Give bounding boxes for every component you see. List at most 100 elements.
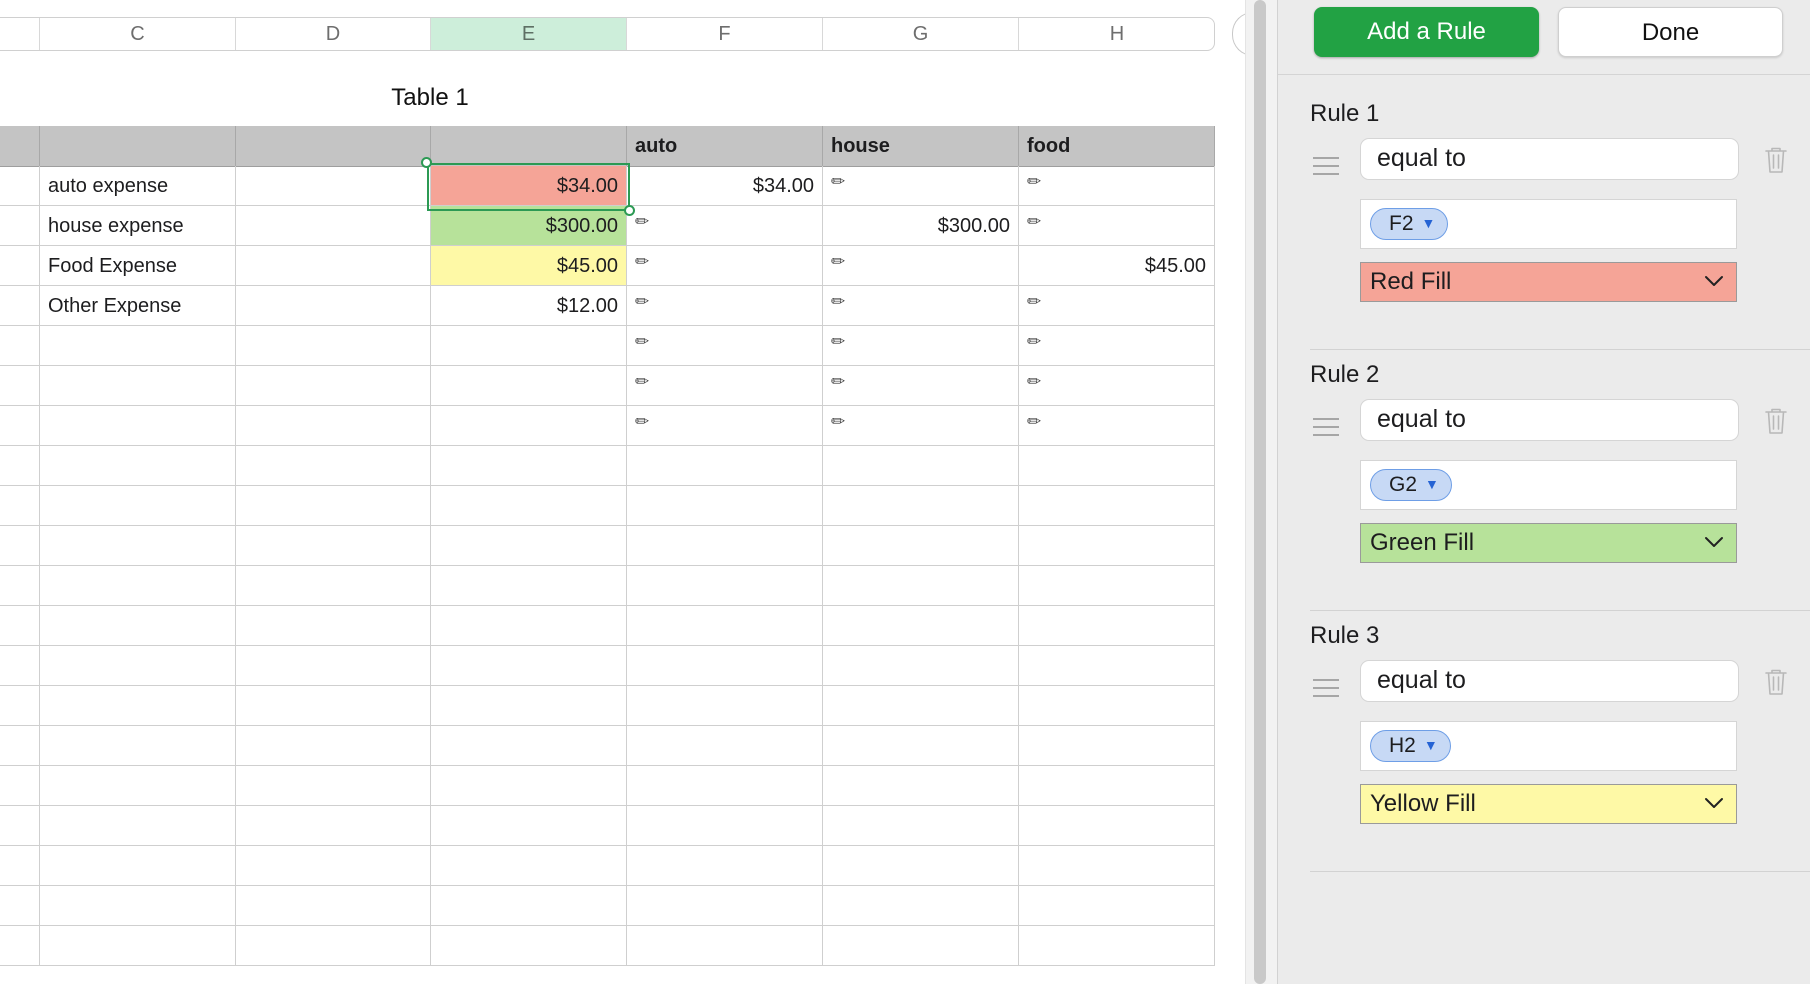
cell-f4[interactable]: ✏ bbox=[627, 246, 823, 285]
cell-c10[interactable] bbox=[40, 486, 236, 525]
cell-d16[interactable] bbox=[236, 726, 431, 765]
cell-d3[interactable] bbox=[236, 206, 431, 245]
cell-c21[interactable] bbox=[40, 926, 236, 965]
cell-b15[interactable] bbox=[0, 686, 40, 725]
cell-g17[interactable] bbox=[823, 766, 1019, 805]
cell-f8[interactable]: ✏ bbox=[627, 406, 823, 445]
column-header-f[interactable]: F bbox=[627, 18, 823, 50]
cell-f5[interactable]: ✏ bbox=[627, 286, 823, 325]
reference-field[interactable]: G2 ▼ bbox=[1360, 460, 1737, 510]
cell-e1[interactable] bbox=[431, 126, 627, 166]
drag-handle-icon[interactable] bbox=[1313, 679, 1339, 703]
style-select[interactable]: Green Fill bbox=[1360, 523, 1737, 563]
cell-b9[interactable] bbox=[0, 446, 40, 485]
cell-f9[interactable] bbox=[627, 446, 823, 485]
trash-icon[interactable] bbox=[1764, 146, 1788, 174]
cell-h11[interactable] bbox=[1019, 526, 1215, 565]
cell-g13[interactable] bbox=[823, 606, 1019, 645]
cell-e18[interactable] bbox=[431, 806, 627, 845]
cell-b20[interactable] bbox=[0, 886, 40, 925]
cell-c4[interactable]: Food Expense bbox=[40, 246, 236, 285]
cell-h4[interactable]: $45.00 bbox=[1019, 246, 1215, 285]
cell-c3[interactable]: house expense bbox=[40, 206, 236, 245]
cell-e2[interactable]: $34.00 bbox=[431, 166, 627, 205]
cell-h3[interactable]: ✏ bbox=[1019, 206, 1215, 245]
cell-d4[interactable] bbox=[236, 246, 431, 285]
cell-h12[interactable] bbox=[1019, 566, 1215, 605]
cell-g7[interactable]: ✏ bbox=[823, 366, 1019, 405]
cell-b4[interactable] bbox=[0, 246, 40, 285]
cell-b14[interactable] bbox=[0, 646, 40, 685]
cell-f19[interactable] bbox=[627, 846, 823, 885]
cell-h20[interactable] bbox=[1019, 886, 1215, 925]
cell-e15[interactable] bbox=[431, 686, 627, 725]
cell-h7[interactable]: ✏ bbox=[1019, 366, 1215, 405]
cell-c18[interactable] bbox=[40, 806, 236, 845]
cell-g4[interactable]: ✏ bbox=[823, 246, 1019, 285]
cell-e13[interactable] bbox=[431, 606, 627, 645]
cell-g14[interactable] bbox=[823, 646, 1019, 685]
cell-b3[interactable] bbox=[0, 206, 40, 245]
cell-f14[interactable] bbox=[627, 646, 823, 685]
done-button[interactable]: Done bbox=[1558, 7, 1783, 57]
cell-e8[interactable] bbox=[431, 406, 627, 445]
cell-b12[interactable] bbox=[0, 566, 40, 605]
trash-icon[interactable] bbox=[1764, 668, 1788, 696]
cell-c5[interactable]: Other Expense bbox=[40, 286, 236, 325]
cell-d20[interactable] bbox=[236, 886, 431, 925]
cell-h19[interactable] bbox=[1019, 846, 1215, 885]
cell-e16[interactable] bbox=[431, 726, 627, 765]
cell-g18[interactable] bbox=[823, 806, 1019, 845]
cell-h21[interactable] bbox=[1019, 926, 1215, 965]
cell-f20[interactable] bbox=[627, 886, 823, 925]
drag-handle-icon[interactable] bbox=[1313, 418, 1339, 442]
cell-c6[interactable] bbox=[40, 326, 236, 365]
cell-h1[interactable]: food bbox=[1019, 126, 1215, 166]
cell-f10[interactable] bbox=[627, 486, 823, 525]
cell-reference-token[interactable]: H2 ▼ bbox=[1370, 730, 1451, 762]
cell-b1[interactable] bbox=[0, 126, 40, 166]
reference-field[interactable]: F2 ▼ bbox=[1360, 199, 1737, 249]
cell-h15[interactable] bbox=[1019, 686, 1215, 725]
cell-c11[interactable] bbox=[40, 526, 236, 565]
table-title[interactable]: Table 1 bbox=[300, 84, 560, 112]
cell-e6[interactable] bbox=[431, 326, 627, 365]
cell-e20[interactable] bbox=[431, 886, 627, 925]
cell-d5[interactable] bbox=[236, 286, 431, 325]
cell-e14[interactable] bbox=[431, 646, 627, 685]
cell-h9[interactable] bbox=[1019, 446, 1215, 485]
cell-c14[interactable] bbox=[40, 646, 236, 685]
selection-handle-bottom[interactable] bbox=[624, 205, 635, 216]
cell-f11[interactable] bbox=[627, 526, 823, 565]
cell-e9[interactable] bbox=[431, 446, 627, 485]
cell-d19[interactable] bbox=[236, 846, 431, 885]
cell-g1[interactable]: house bbox=[823, 126, 1019, 166]
cell-d7[interactable] bbox=[236, 366, 431, 405]
cell-g6[interactable]: ✏ bbox=[823, 326, 1019, 365]
column-header-c[interactable]: C bbox=[40, 18, 236, 50]
cell-f18[interactable] bbox=[627, 806, 823, 845]
cell-g9[interactable] bbox=[823, 446, 1019, 485]
cell-g15[interactable] bbox=[823, 686, 1019, 725]
cell-d17[interactable] bbox=[236, 766, 431, 805]
cell-e12[interactable] bbox=[431, 566, 627, 605]
cell-e11[interactable] bbox=[431, 526, 627, 565]
cell-e5[interactable]: $12.00 bbox=[431, 286, 627, 325]
cell-g8[interactable]: ✏ bbox=[823, 406, 1019, 445]
cell-e3[interactable]: $300.00 bbox=[431, 206, 627, 245]
cell-c2[interactable]: auto expense bbox=[40, 166, 236, 205]
cell-d9[interactable] bbox=[236, 446, 431, 485]
cell-d1[interactable] bbox=[236, 126, 431, 166]
cell-h8[interactable]: ✏ bbox=[1019, 406, 1215, 445]
spreadsheet-canvas[interactable]: C D E F G H Table 1 auto house food auto ex… bbox=[0, 0, 1245, 984]
cell-c17[interactable] bbox=[40, 766, 236, 805]
cell-b2[interactable] bbox=[0, 166, 40, 205]
cell-c20[interactable] bbox=[40, 886, 236, 925]
cell-h13[interactable] bbox=[1019, 606, 1215, 645]
cell-g2[interactable]: ✏ bbox=[823, 166, 1019, 205]
cell-e21[interactable] bbox=[431, 926, 627, 965]
cell-c13[interactable] bbox=[40, 606, 236, 645]
cell-b16[interactable] bbox=[0, 726, 40, 765]
cell-d13[interactable] bbox=[236, 606, 431, 645]
condition-field[interactable]: equal to bbox=[1360, 660, 1739, 702]
